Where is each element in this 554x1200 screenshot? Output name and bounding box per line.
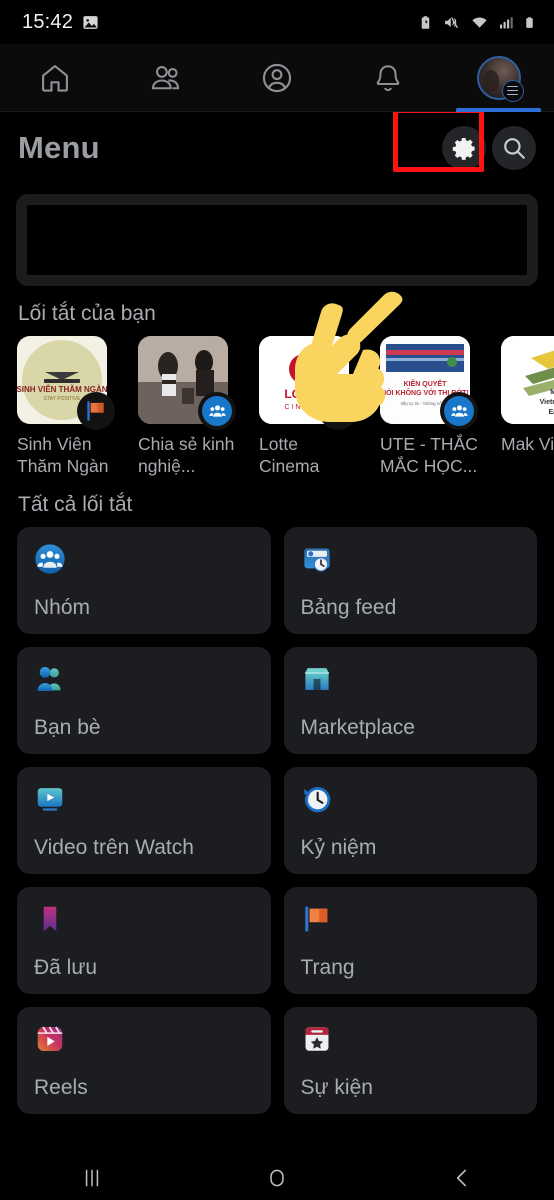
shortcut-badge [198, 392, 236, 430]
reels-icon [37, 1026, 63, 1052]
shortcut-card-pages[interactable]: Trang [283, 887, 537, 995]
shortcut-label: Lotte Cinema [259, 434, 320, 476]
shortcut-card-events[interactable]: Sự kiện [283, 1007, 537, 1115]
profile-circle-icon [262, 63, 292, 92]
status-bar-left: 15:42 [22, 11, 99, 34]
shortcut-label: UTE - THẮC MẮC HỌC... [380, 434, 478, 476]
shortcut-card-label: Bạn bè [34, 716, 101, 740]
tab-home[interactable] [0, 44, 111, 111]
status-bar: 15:42 [0, 0, 554, 44]
bell-icon [376, 64, 400, 91]
shortcut-item[interactable]: l LOTTE CINEMA Lotte Cinema [259, 336, 357, 477]
battery-icon [526, 16, 533, 28]
system-nav-bar [0, 1155, 554, 1200]
shortcut-card-label: Đã lưu [34, 956, 98, 980]
back-button[interactable] [412, 1165, 512, 1191]
home-square-icon [270, 1169, 284, 1186]
group-icon [208, 404, 226, 417]
settings-button[interactable] [442, 126, 486, 170]
cellular-signal-icon [500, 16, 513, 28]
page-flag-icon [87, 401, 104, 421]
pages-flag-icon [304, 906, 327, 932]
shortcut-item[interactable]: SINH VIÊN THĂM NGÀN STAY POSITIVE Sinh V… [17, 336, 115, 477]
image-icon [83, 15, 98, 29]
svg-text:l: l [302, 361, 307, 380]
shortcut-label: Chia sẻ kinh nghiệ... [138, 434, 235, 476]
recents-button[interactable] [42, 1165, 142, 1191]
group-icon [450, 404, 468, 417]
shortcut-item[interactable]: Chia sẻ kinh nghiệ... [138, 336, 236, 477]
shortcut-thumbnail: Make Vietnamese Easier [501, 336, 554, 424]
search-icon [504, 138, 525, 159]
shortcut-card-friends[interactable]: Bạn bè [17, 647, 271, 755]
svg-text:CINEMA: CINEMA [284, 404, 323, 411]
home-button[interactable] [227, 1165, 327, 1191]
profile-banner-card[interactable] [16, 194, 538, 286]
status-bar-clock: 15:42 [22, 10, 74, 33]
svg-text:LOTTE: LOTTE [284, 387, 323, 401]
battery-saver-icon [421, 15, 430, 29]
wifi-icon [472, 17, 487, 29]
all-shortcuts-section-title: Tất cả lối tắt [18, 493, 133, 517]
page-title: Menu [18, 130, 100, 165]
shortcut-card-reels[interactable]: Reels [17, 1007, 271, 1115]
top-tab-bar [0, 44, 554, 112]
watch-video-icon [37, 788, 63, 811]
redacted-content [27, 205, 527, 275]
shortcut-card-label: Sự kiện [300, 1076, 373, 1100]
back-chevron-icon [456, 1169, 466, 1186]
tab-profile[interactable] [222, 44, 333, 111]
shortcuts-row[interactable]: SINH VIÊN THĂM NGÀN STAY POSITIVE Sinh V… [0, 336, 554, 477]
shortcut-item[interactable]: KIÊN QUYẾT NÓI KHÔNG VỚI THI RỚT! tiếp t… [380, 336, 478, 477]
svg-text:Vietnamese: Vietnamese [540, 399, 554, 406]
shortcut-card-memories[interactable]: Kỷ niệm [283, 767, 537, 875]
marketplace-icon [304, 668, 329, 690]
menu-header: Menu [0, 112, 554, 184]
shortcut-card-news-feed[interactable]: Bảng feed [283, 527, 537, 635]
header-actions [393, 112, 536, 172]
shortcut-card-label: Nhóm [34, 596, 91, 620]
tab-menu[interactable] [443, 44, 554, 112]
menu-scroll-area[interactable]: Menu Lối tắt của bạn SINH VIÊN THĂM NGÀN… [0, 112, 554, 1147]
svg-text:Make: Make [550, 389, 554, 396]
events-calendar-icon [305, 1027, 328, 1051]
page-flag-icon [329, 401, 346, 421]
tab-notifications[interactable] [332, 44, 443, 111]
news-feed-icon [303, 548, 330, 572]
friends-icon [152, 65, 180, 89]
svg-text:STAY POSITIVE: STAY POSITIVE [44, 396, 81, 402]
shortcut-label: Mak Vietna [501, 434, 554, 454]
home-icon [42, 64, 69, 92]
svg-text:Easier: Easier [548, 409, 554, 416]
shortcut-card-saved[interactable]: Đã lưu [17, 887, 271, 995]
shortcut-card-marketplace[interactable]: Marketplace [283, 647, 537, 755]
shortcut-card-label: Trang [300, 956, 355, 980]
gear-icon [452, 137, 475, 160]
status-bar-right [418, 14, 536, 31]
volume-mute-icon [445, 16, 458, 28]
shortcut-card-label: Kỷ niệm [300, 836, 377, 860]
recents-icon [86, 1169, 99, 1186]
shortcut-badge [440, 392, 478, 430]
shortcut-card-label: Video trên Watch [34, 836, 194, 860]
avatar[interactable] [476, 55, 524, 102]
friends-icon [37, 667, 61, 692]
groups-icon [35, 544, 65, 574]
tab-friends[interactable] [111, 44, 222, 111]
shortcut-card-label: Marketplace [300, 716, 415, 740]
bookmark-icon [43, 906, 57, 932]
shortcut-label: Sinh Viên Thăm Ngàn [17, 434, 109, 476]
shortcuts-section-title: Lối tắt của bạn [18, 302, 156, 325]
shortcut-card-groups[interactable]: Nhóm [17, 527, 271, 635]
shortcut-badge [319, 392, 357, 430]
all-shortcuts-grid: Nhóm Bảng feed Bạn bè Marketplace Video … [0, 527, 554, 1115]
search-button[interactable] [492, 126, 536, 170]
shortcut-card-label: Bảng feed [300, 596, 397, 620]
shortcut-card-watch[interactable]: Video trên Watch [17, 767, 271, 875]
memories-clock-icon [303, 787, 330, 813]
shortcut-badge [77, 392, 115, 430]
hamburger-menu-icon [501, 79, 524, 102]
shortcut-card-label: Reels [34, 1076, 88, 1100]
shortcut-item[interactable]: Make Vietnamese Easier Mak Vietna [501, 336, 554, 477]
